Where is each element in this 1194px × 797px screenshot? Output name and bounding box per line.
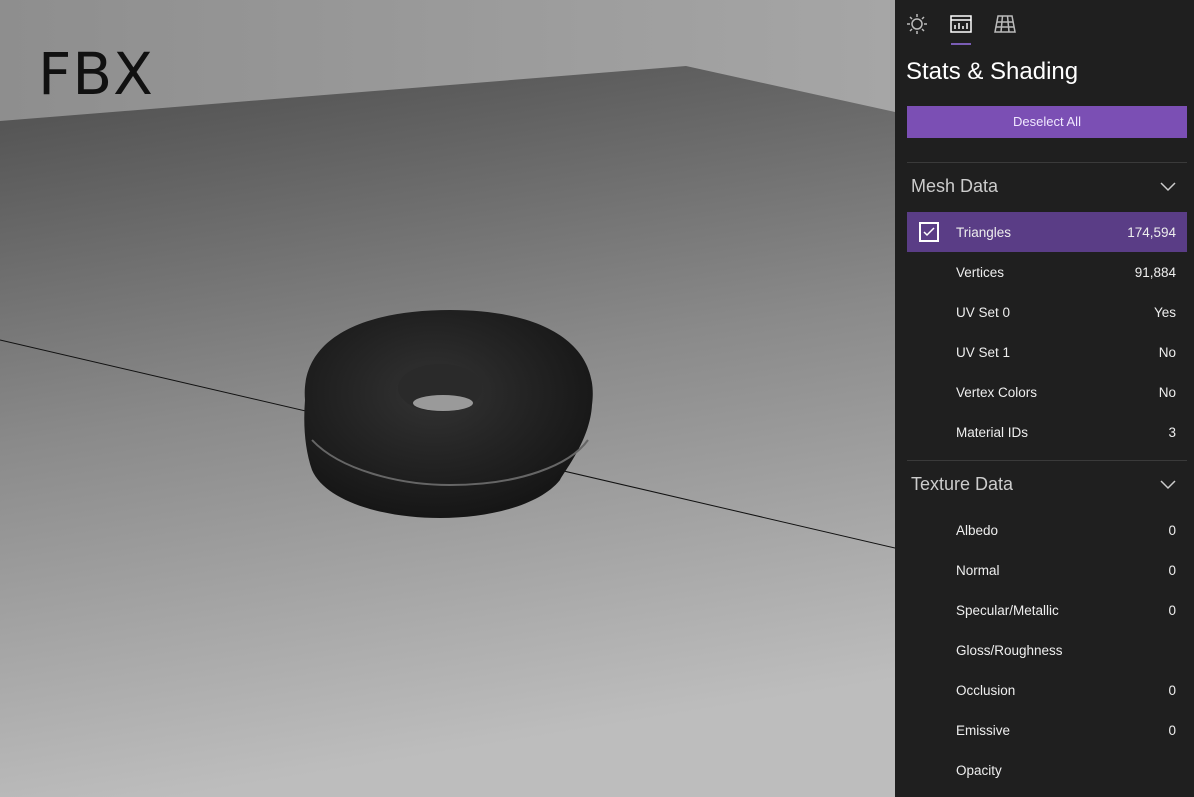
stat-value: 0	[1168, 723, 1176, 738]
stat-row[interactable]: Material IDs 3	[907, 412, 1187, 452]
stat-label: Material IDs	[956, 425, 1029, 440]
stat-value: Yes	[1153, 305, 1176, 320]
stat-label: Triangles	[956, 225, 1012, 240]
stat-row[interactable]: UV Set 0 Yes	[907, 292, 1187, 332]
stat-value: 174,594	[1127, 225, 1176, 240]
panel-title: Stats & Shading	[906, 58, 1079, 85]
stat-row[interactable]: Specular/Metallic 0	[907, 590, 1187, 630]
mesh-data-header[interactable]: Mesh Data	[911, 176, 998, 197]
check-icon	[923, 227, 935, 237]
stat-value: 0	[1168, 523, 1176, 538]
side-panel: Stats & Shading Deselect All Mesh Data T…	[895, 0, 1194, 797]
stat-row[interactable]: Vertex Colors No	[907, 372, 1187, 412]
stat-value: No	[1158, 345, 1176, 360]
stat-row[interactable]: Triangles 174,594	[907, 212, 1187, 252]
divider	[907, 162, 1187, 163]
active-tab-indicator	[951, 43, 971, 45]
stat-label: Occlusion	[956, 683, 1016, 698]
stat-row[interactable]: Occlusion 0	[907, 670, 1187, 710]
stat-value: 0	[1168, 683, 1176, 698]
stat-row[interactable]: Vertices 91,884	[907, 252, 1187, 292]
stat-label: Gloss/Roughness	[956, 643, 1063, 658]
grid-icon[interactable]	[993, 12, 1017, 36]
stat-value: 3	[1168, 425, 1176, 440]
stat-label: UV Set 1	[956, 345, 1011, 360]
scene	[0, 0, 895, 797]
stat-label: Albedo	[956, 523, 999, 538]
stat-row[interactable]: Albedo 0	[907, 510, 1187, 550]
3d-viewport[interactable]: FBX	[0, 0, 895, 797]
texture-data-header[interactable]: Texture Data	[911, 474, 1013, 495]
stat-label: Specular/Metallic	[956, 603, 1059, 618]
chevron-down-icon[interactable]	[1160, 182, 1176, 192]
chevron-down-icon[interactable]	[1160, 480, 1176, 490]
checkbox-checked[interactable]	[919, 222, 939, 242]
deselect-all-button[interactable]: Deselect All	[907, 106, 1187, 138]
stat-label: Opacity	[956, 763, 1002, 778]
stat-row[interactable]: Opacity	[907, 750, 1187, 790]
stats-icon[interactable]	[949, 12, 973, 36]
stat-row[interactable]: Emissive 0	[907, 710, 1187, 750]
stat-value: 91,884	[1134, 265, 1176, 280]
stat-value: 0	[1168, 603, 1176, 618]
stat-label: Normal	[956, 563, 1000, 578]
sun-icon[interactable]	[905, 12, 929, 36]
stat-row[interactable]: UV Set 1 No	[907, 332, 1187, 372]
stat-row[interactable]: Gloss/Roughness	[907, 630, 1187, 670]
stat-label: Vertex Colors	[956, 385, 1038, 400]
donut-mesh	[304, 310, 593, 518]
stat-label: Vertices	[956, 265, 1005, 280]
stat-row[interactable]: Normal 0	[907, 550, 1187, 590]
divider	[907, 460, 1187, 461]
stat-label: UV Set 0	[956, 305, 1011, 320]
stat-value: No	[1158, 385, 1176, 400]
format-label: FBX	[38, 40, 154, 108]
stat-label: Emissive	[956, 723, 1011, 738]
stat-value: 0	[1168, 563, 1176, 578]
